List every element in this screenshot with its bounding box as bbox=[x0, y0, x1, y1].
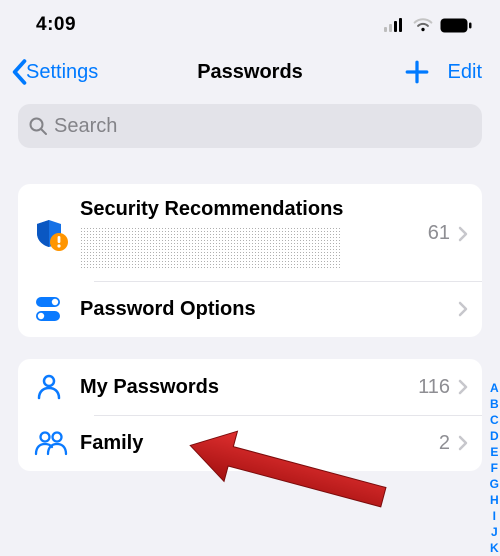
status-icons bbox=[384, 18, 472, 33]
row-my-passwords[interactable]: My Passwords 116 bbox=[18, 359, 482, 415]
cellular-icon bbox=[384, 18, 406, 32]
battery-icon bbox=[440, 18, 472, 33]
add-button[interactable] bbox=[404, 59, 430, 85]
edit-button[interactable]: Edit bbox=[448, 61, 482, 84]
back-button[interactable]: Settings bbox=[10, 59, 98, 85]
search-placeholder: Search bbox=[54, 115, 117, 138]
shield-warning-icon bbox=[34, 216, 80, 252]
count-badge: 61 bbox=[428, 222, 450, 245]
index-letter[interactable]: C bbox=[490, 412, 499, 428]
index-letter[interactable]: A bbox=[490, 380, 499, 396]
chevron-right-icon bbox=[458, 379, 468, 395]
search-input[interactable]: Search bbox=[18, 104, 482, 148]
status-time: 4:09 bbox=[36, 14, 76, 36]
row-security-recommendations[interactable]: Security Recommendations 61 bbox=[18, 184, 482, 281]
row-family[interactable]: Family 2 bbox=[18, 415, 482, 471]
section-groups: My Passwords 116 Family 2 bbox=[18, 359, 482, 471]
chevron-right-icon bbox=[458, 301, 468, 317]
row-title: Family bbox=[80, 432, 439, 455]
index-letter[interactable]: B bbox=[490, 396, 499, 412]
index-letter[interactable]: E bbox=[490, 444, 498, 460]
toggles-icon bbox=[34, 295, 80, 323]
people-icon bbox=[34, 428, 80, 458]
chevron-right-icon bbox=[458, 435, 468, 451]
index-letter[interactable]: J bbox=[491, 524, 498, 540]
status-bar: 4:09 bbox=[0, 0, 500, 50]
index-letter[interactable]: F bbox=[491, 460, 498, 476]
search-container: Search bbox=[0, 94, 500, 148]
index-letter[interactable]: D bbox=[490, 428, 499, 444]
chevron-right-icon bbox=[458, 226, 468, 242]
row-title: Security Recommendations bbox=[80, 198, 428, 221]
row-subtitle-redacted bbox=[80, 227, 340, 269]
count-badge: 2 bbox=[439, 432, 450, 455]
person-icon bbox=[34, 372, 80, 402]
index-rail[interactable]: ABCDEFGHIJK bbox=[490, 380, 499, 556]
index-letter[interactable]: G bbox=[490, 476, 499, 492]
page-title: Passwords bbox=[197, 61, 303, 84]
index-letter[interactable]: I bbox=[493, 508, 496, 524]
row-title: My Passwords bbox=[80, 376, 418, 399]
row-title: Password Options bbox=[80, 298, 458, 321]
back-label: Settings bbox=[26, 61, 98, 84]
nav-bar: Settings Passwords Edit bbox=[0, 50, 500, 94]
row-password-options[interactable]: Password Options bbox=[18, 281, 482, 337]
count-badge: 116 bbox=[418, 376, 450, 399]
index-letter[interactable]: H bbox=[490, 492, 499, 508]
section-recommendations: Security Recommendations 61 Password Opt… bbox=[18, 184, 482, 337]
wifi-icon bbox=[413, 18, 433, 32]
search-icon bbox=[28, 116, 48, 136]
